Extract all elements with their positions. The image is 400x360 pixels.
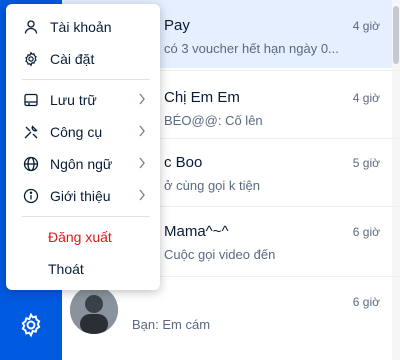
conversation-time: 5 giờ [352,156,380,170]
menu-item-label: Lưu trữ [50,92,97,108]
menu-item-label: Cài đặt [50,51,95,67]
menu-item-storage[interactable]: Lưu trữ [6,85,160,115]
info-icon [22,187,40,205]
conversation-time: 4 giờ [352,91,380,105]
menu-item-label: Giới thiệu [50,188,111,204]
menu-item-about[interactable]: Giới thiệu [6,181,160,211]
menu-item-logout[interactable]: Đăng xuất [6,222,160,252]
gear-icon [22,50,40,68]
menu-item-language[interactable]: Ngôn ngữ [6,149,160,179]
conversation-preview: Bạn: Em cám [132,317,211,332]
conversation-preview: BÉO@@: Cố lên [164,113,263,128]
conversation-name: c Boo [164,154,203,171]
menu-item-tools[interactable]: Công cụ [6,117,160,147]
scrollbar-thumb[interactable] [393,6,399,64]
menu-separator [22,216,150,217]
conversation-preview: Cuộc gọi video đến [164,247,276,262]
menu-item-label: Đăng xuất [48,229,112,245]
conversation-time: 6 giờ [352,295,380,309]
storage-icon [22,91,40,109]
menu-item-label: Thoát [48,261,84,277]
avatar [70,286,118,334]
conversation-name: Chị Em Em [164,89,240,106]
settings-button[interactable] [0,290,62,360]
conversation-time: 4 giờ [352,19,380,33]
tools-icon [22,123,40,141]
chevron-right-icon [139,93,145,105]
conversation-time: 6 giờ [352,225,380,239]
chevron-right-icon [139,157,145,169]
menu-item-label: Tài khoản [50,19,112,35]
chevron-right-icon [139,189,145,201]
menu-item-label: Ngôn ngữ [50,156,113,172]
menu-item-account[interactable]: Tài khoản [6,12,160,42]
menu-item-exit[interactable]: Thoát [6,254,160,284]
menu-item-label: Công cụ [50,124,103,140]
gear-icon [21,312,41,338]
conversation-preview: có 3 voucher hết hạn ngày 0... [164,41,339,56]
conversation-name: Mama^~^ [164,223,229,240]
settings-menu: Tài khoản Cài đặt Lưu trữ Công cụ Ngôn n… [6,4,160,290]
conversation-name: Pay [164,17,190,34]
menu-separator [22,79,150,80]
user-icon [22,18,40,36]
scrollbar[interactable] [392,0,400,360]
avatar-photo-icon [70,286,118,334]
conversation-preview: ở cùng gọi k tiện [164,178,260,193]
chevron-right-icon [139,125,145,137]
globe-icon [22,155,40,173]
menu-item-settings[interactable]: Cài đặt [6,44,160,74]
